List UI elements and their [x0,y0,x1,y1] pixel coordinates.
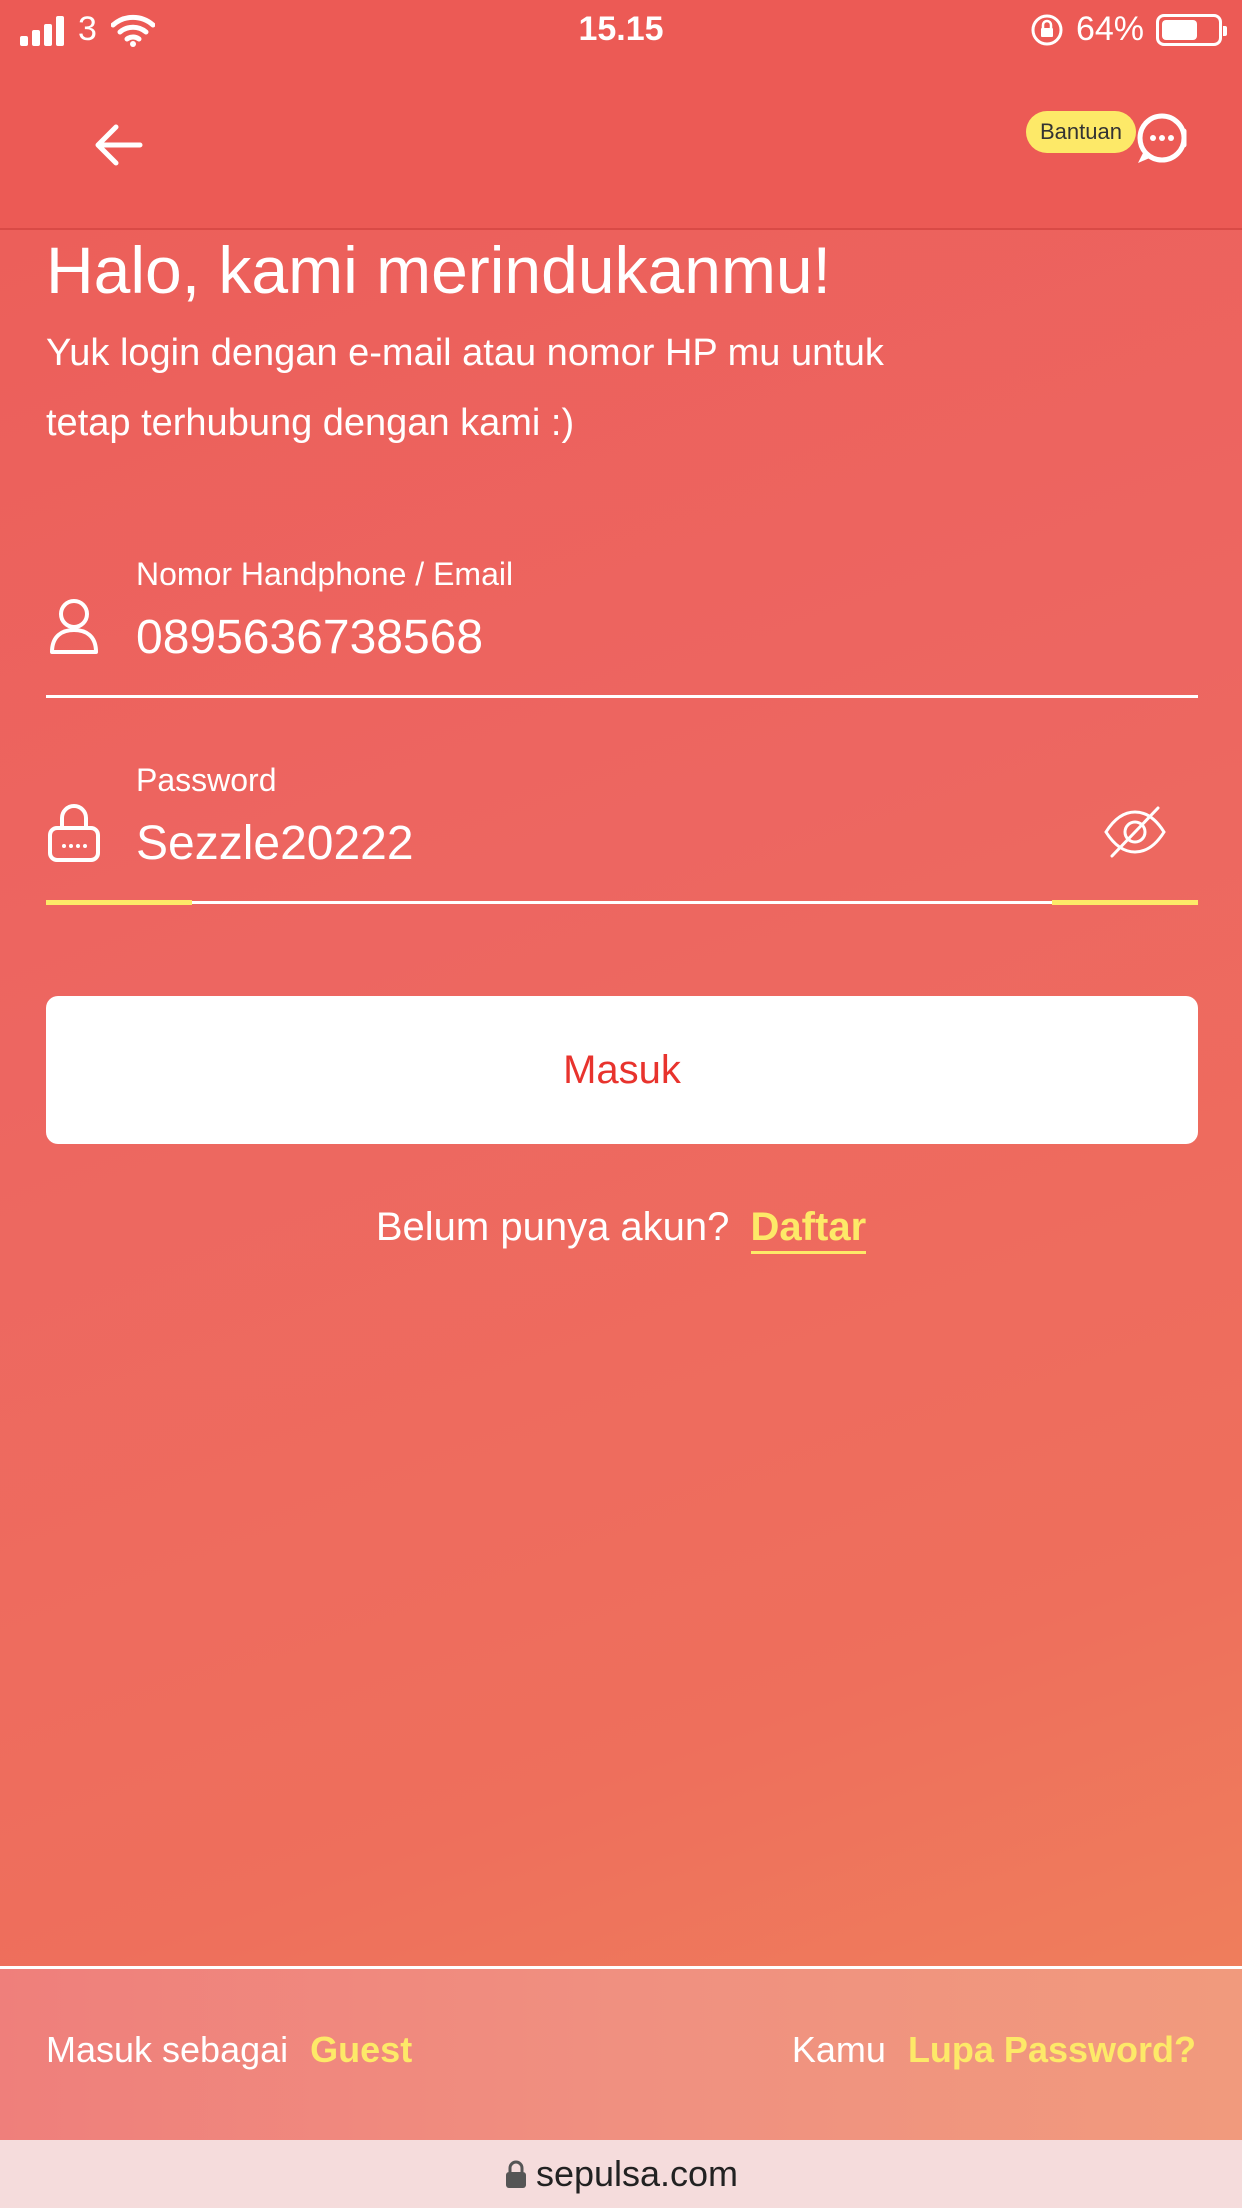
url-text: sepulsa.com [535,2153,739,2194]
signup-prompt: Belum punya akun? [375,1205,730,1249]
page-title: Halo, kami merindukanmu! [46,233,831,307]
email-label: Nomor Handphone / Email [136,556,514,592]
guest-prefix: Masuk sebagai [46,2029,289,2070]
status-bar: 3 15.15 64% [0,0,1242,60]
login-button[interactable]: Masuk [46,996,1198,1144]
chat-support-icon [1137,113,1187,163]
page-subtitle: Yuk login dengan e-mail atau nomor HP mu… [46,332,884,444]
password-label: Password [136,762,277,798]
bottom-bar: Masuk sebagai Guest Kamu Lupa Password? [0,1969,1242,2140]
password-field[interactable]: Password Sezzle20222 [46,756,1198,905]
url-bar[interactable]: sepulsa.com [0,2140,1242,2208]
guest-link[interactable]: Guest [310,2029,412,2070]
signup-row: Belum punya akun? Daftar [0,1205,1242,1254]
status-right: 64% [1030,10,1227,49]
password-focus-left [46,900,192,905]
rotation-lock-icon [1031,14,1063,45]
help-button[interactable]: Bantuan [1026,105,1196,185]
padlock-icon [505,2160,526,2188]
forgot-row: Kamu Lupa Password? [792,2029,1196,2071]
forgot-password-link[interactable]: Lupa Password? [908,2029,1196,2070]
password-underline [46,901,1198,904]
arrow-left-icon[interactable] [90,115,150,175]
battery-icon [1156,13,1227,46]
lock-icon [48,804,100,862]
password-input[interactable]: Sezzle20222 [136,816,1036,871]
user-icon [50,599,98,654]
forgot-prefix: Kamu [791,2029,886,2070]
help-badge: Bantuan [1026,111,1136,153]
email-input[interactable]: 0895636738568 [136,610,1036,665]
signup-link[interactable]: Daftar [750,1205,867,1254]
email-underline [46,695,1198,698]
email-field[interactable]: Nomor Handphone / Email 0895636738568 [46,550,1198,698]
eye-off-icon[interactable] [1102,804,1168,860]
top-bar: Bantuan [0,60,1242,230]
battery-percent: 64% [1075,10,1144,48]
guest-row: Masuk sebagai Guest [46,2029,412,2071]
battery-fill [1162,19,1197,40]
password-focus-right [1052,900,1198,905]
